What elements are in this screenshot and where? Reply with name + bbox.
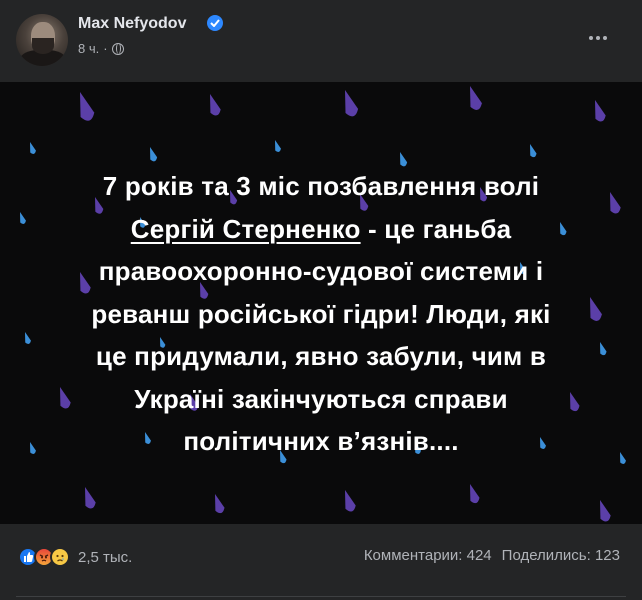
rain-drop xyxy=(30,442,36,454)
rain-drop xyxy=(345,90,359,117)
meta-separator: · xyxy=(103,41,108,56)
text-line-7: політичних в’язнів.... xyxy=(183,426,459,456)
rain-drop xyxy=(470,484,480,504)
rain-drop xyxy=(85,487,96,509)
rain-drop xyxy=(150,147,158,162)
shares-count-link[interactable]: Поделились: 123 xyxy=(502,547,620,564)
rain-drop xyxy=(620,452,626,464)
rain-drop xyxy=(595,100,606,122)
post-timestamp[interactable]: 8 ч. xyxy=(78,41,99,56)
rain-drop xyxy=(610,192,621,214)
more-options-button[interactable] xyxy=(578,20,618,56)
comments-count-link[interactable]: Комментарии: 424 xyxy=(364,547,492,564)
globe-icon[interactable] xyxy=(111,42,124,55)
mention-link[interactable]: Сергій Стерненко xyxy=(131,214,361,244)
rain-drop xyxy=(215,494,225,514)
rain-drop xyxy=(80,92,95,121)
rain-drop xyxy=(470,86,482,110)
text-line-2: Сергій Стерненко - це ганьба xyxy=(40,208,602,251)
post-image[interactable]: 7 років та 3 міс позбавлення волі Сергій… xyxy=(0,82,642,524)
rain-drop xyxy=(25,332,31,344)
rain-drop xyxy=(345,490,356,512)
sad-icon xyxy=(50,547,70,567)
rain-drop xyxy=(600,500,611,522)
text-line-6: Україні закінчуються справи xyxy=(134,383,508,414)
footer-divider xyxy=(16,596,626,597)
text-line-4: реванш російської гідри! Люди, які xyxy=(91,298,551,329)
post-image-text: 7 років та 3 міс позбавлення волі Сергій… xyxy=(40,165,602,463)
verified-badge-icon xyxy=(207,15,223,31)
rain-drop xyxy=(530,144,537,158)
rain-drop xyxy=(210,94,221,116)
reactions-summary[interactable]: 2,5 тыс. xyxy=(18,546,132,568)
post-footer: 2,5 тыс. Комментарии: 424 Поделились: 12… xyxy=(0,524,642,600)
rain-drop xyxy=(30,142,36,154)
rain-drop xyxy=(275,140,281,152)
text-line-2-rest: - це ганьба xyxy=(360,213,512,244)
post-meta: 8 ч. · xyxy=(78,41,124,56)
reaction-count: 2,5 тыс. xyxy=(78,548,133,566)
post-stats: Комментарии: 424 Поделились: 123 xyxy=(364,547,620,564)
more-dots-icon xyxy=(589,36,593,40)
text-line-5: це придумали, явно забули, чим в xyxy=(95,341,547,371)
rain-drop xyxy=(20,212,26,224)
author-name[interactable]: Max Nefyodov xyxy=(78,15,186,33)
text-line-3: правоохоронно-судової системи і xyxy=(98,256,544,286)
post-header: Max Nefyodov 8 ч. · xyxy=(0,0,642,82)
author-avatar[interactable] xyxy=(16,14,68,66)
text-line-1: 7 років та 3 міс позбавлення волі xyxy=(102,171,540,201)
